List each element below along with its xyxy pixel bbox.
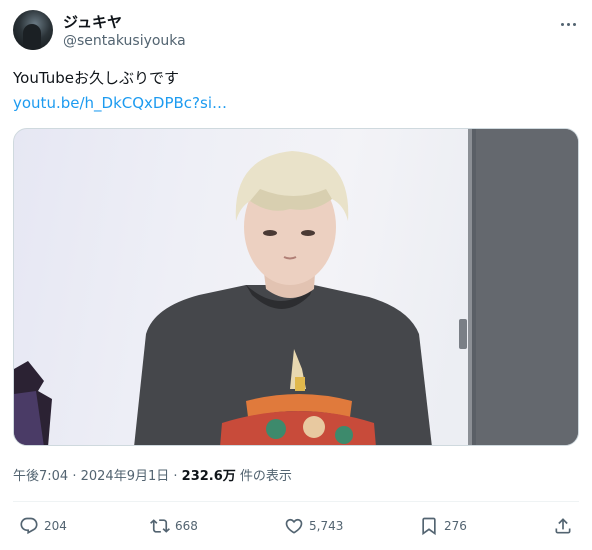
views-count: 232.6万 — [181, 469, 236, 484]
like-button[interactable]: 5,743 — [284, 514, 343, 538]
bookmark-button[interactable]: 276 — [419, 514, 467, 538]
tweet-time[interactable]: 午後7:04 — [13, 469, 68, 484]
share-button[interactable] — [553, 514, 573, 538]
author-avatar[interactable] — [13, 10, 53, 50]
photo-illustration — [14, 129, 578, 445]
heart-icon — [285, 518, 303, 534]
tweet-date[interactable]: 2024年9月1日 — [81, 469, 170, 484]
tweet-media-photo[interactable] — [13, 128, 579, 446]
meta-separator: · — [169, 469, 182, 484]
reply-button[interactable]: 204 — [19, 514, 67, 538]
share-icon — [555, 518, 571, 534]
author-handle[interactable]: @sentakusiyouka — [63, 33, 186, 49]
tweet-link[interactable]: youtu.be/h_DkCQxDPBc?si… — [13, 94, 227, 112]
repost-count: 668 — [175, 519, 198, 533]
views-label: 件の表示 — [235, 469, 292, 484]
like-count: 5,743 — [309, 519, 344, 533]
bookmark-icon — [422, 517, 436, 536]
reply-count: 204 — [44, 519, 67, 533]
meta-separator: · — [68, 469, 81, 484]
tweet-meta: 午後7:04 · 2024年9月1日 · 232.6万 件の表示 — [13, 465, 292, 484]
author-display-name[interactable]: ジュキヤ — [63, 11, 122, 32]
more-icon — [559, 22, 577, 26]
bookmark-count: 276 — [444, 519, 467, 533]
tweet-text: YouTubeお久しぶりです — [13, 69, 179, 87]
more-button[interactable] — [558, 14, 578, 34]
divider — [13, 501, 579, 502]
reply-icon — [20, 517, 38, 535]
repost-button[interactable]: 668 — [150, 514, 198, 538]
repost-icon — [150, 519, 170, 533]
